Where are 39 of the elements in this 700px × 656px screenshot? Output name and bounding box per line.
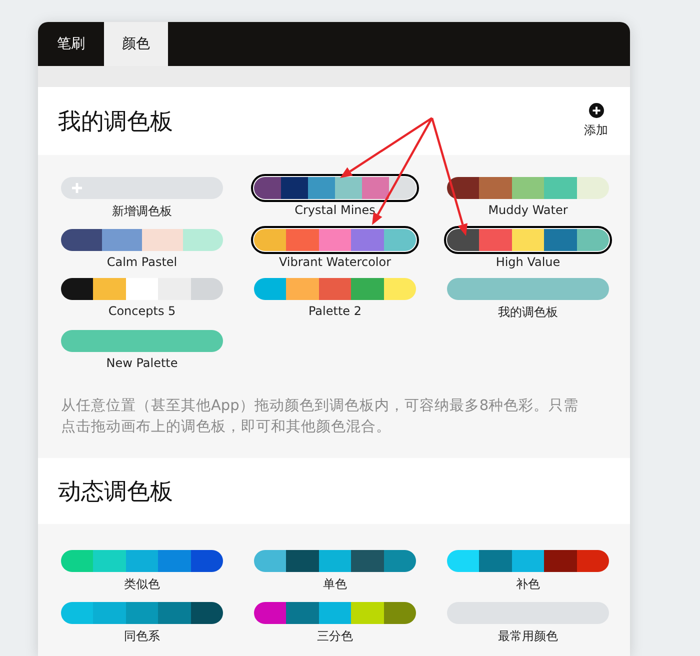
palette-swatch-bar[interactable] — [254, 229, 416, 251]
palette-name: 同色系 — [124, 628, 160, 645]
palette-swatch-bar[interactable] — [61, 550, 223, 572]
description-text: 从任意位置（甚至其他App）拖动颜色到调色板内，可容纳最多8种色彩。只需点击拖动画布上的调色板，即可和其他颜色混合。 — [61, 396, 580, 437]
palette-swatch-bar[interactable] — [447, 550, 609, 572]
palette-swatch-bar[interactable] — [61, 177, 223, 199]
palette-name: 单色 — [323, 576, 347, 593]
palette-swatch-bar[interactable] — [447, 177, 609, 199]
add-button[interactable]: 添加 — [584, 103, 608, 139]
palette-swatch-bar[interactable] — [61, 330, 223, 352]
palette-swatch-bar[interactable] — [447, 278, 609, 300]
palette-name: Crystal Mines — [294, 203, 376, 217]
palette-name: Vibrant Watercolor — [278, 255, 392, 269]
palette-swatch-bar[interactable] — [254, 550, 416, 572]
palette-name: 新增调色板 — [112, 203, 172, 220]
palette-name: Calm Pastel — [106, 255, 178, 269]
palette-name: Palette 2 — [308, 304, 362, 318]
palette-name: 最常用颜色 — [498, 628, 558, 645]
palette-swatch-bar[interactable] — [61, 602, 223, 624]
tab[interactable]: 笔刷 — [38, 22, 104, 66]
palette-name: Concepts 5 — [108, 304, 176, 318]
palette-name: 我的调色板 — [498, 304, 558, 321]
palette-name: 补色 — [516, 576, 540, 593]
palette-swatch-bar[interactable] — [254, 177, 416, 199]
palette-swatch-bar[interactable] — [61, 278, 223, 300]
palette-swatch-bar[interactable] — [254, 278, 416, 300]
plus-icon — [588, 103, 604, 118]
palette-swatch-bar[interactable] — [254, 602, 416, 624]
palette-swatch-bar[interactable] — [447, 229, 609, 251]
section-title: 动态调色板 — [58, 478, 173, 506]
section-title: 我的调色板 — [58, 108, 173, 136]
palette-name: 类似色 — [124, 576, 160, 593]
palette-swatch-bar[interactable] — [61, 229, 223, 251]
tab[interactable]: 颜色 — [104, 22, 168, 66]
palette-name: High Value — [496, 255, 560, 269]
palette-name: Muddy Water — [488, 203, 568, 217]
plus-icon — [72, 183, 82, 193]
palette-name: 三分色 — [317, 628, 353, 645]
palette-name: New Palette — [106, 356, 178, 370]
